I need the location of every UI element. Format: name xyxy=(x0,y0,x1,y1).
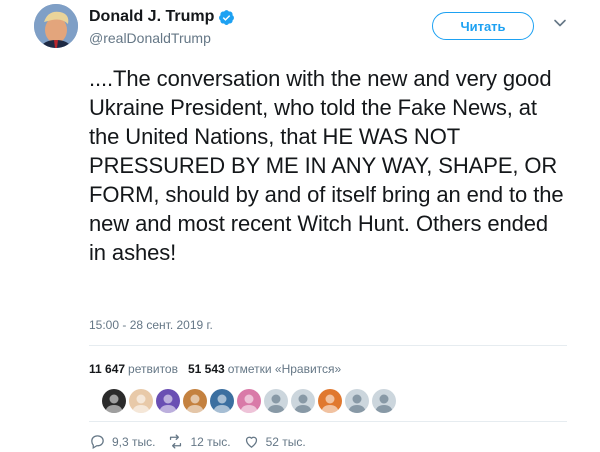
profile-avatar[interactable] xyxy=(34,4,78,48)
like-count: 52 тыс. xyxy=(265,434,306,449)
liker-avatar[interactable] xyxy=(129,389,153,413)
avatar-icon xyxy=(186,394,204,413)
tweet-text: ....The conversation with the new and ve… xyxy=(89,66,564,265)
liker-avatar[interactable] xyxy=(291,389,315,413)
default-avatar-icon xyxy=(294,394,312,413)
liker-avatar[interactable] xyxy=(345,389,369,413)
liker-avatar[interactable] xyxy=(237,389,261,413)
heart-icon xyxy=(245,436,257,448)
reply-icon xyxy=(91,435,104,450)
avatar-icon xyxy=(321,394,339,413)
chevron-down-icon[interactable] xyxy=(553,16,567,30)
avatar-icon xyxy=(213,394,231,413)
default-avatar-icon xyxy=(375,394,393,413)
author-display-name[interactable]: Donald J. Trump xyxy=(89,8,214,26)
verified-badge-icon xyxy=(219,9,235,25)
like-button[interactable]: 52 тыс. xyxy=(243,433,306,450)
tweet-timestamp[interactable]: 15:00 - 28 сент. 2019 г. xyxy=(89,318,213,332)
likes-stat[interactable]: 51 543 отметки «Нравится» xyxy=(188,362,341,376)
tweet-card: Donald J. Trump @realDonaldTrump Читать … xyxy=(0,0,600,452)
retweets-label: ретвитов xyxy=(128,362,178,376)
follow-button[interactable]: Читать xyxy=(432,12,534,40)
profile-photo-icon xyxy=(34,4,78,48)
likes-label: отметки «Нравится» xyxy=(227,362,342,376)
liker-avatar[interactable] xyxy=(156,389,180,413)
author-name-row: Donald J. Trump xyxy=(89,8,235,26)
liker-avatar[interactable] xyxy=(318,389,342,413)
liker-avatar[interactable] xyxy=(372,389,396,413)
likers-avatar-row xyxy=(102,389,396,413)
tweet-stats: 11 647 ретвитов 51 543 отметки «Нравится» xyxy=(89,362,341,376)
likes-count: 51 543 xyxy=(187,362,225,376)
liker-avatar[interactable] xyxy=(102,389,126,413)
default-avatar-icon xyxy=(267,394,285,413)
liker-avatar[interactable] xyxy=(264,389,288,413)
default-avatar-icon xyxy=(348,394,366,413)
tweet-actions: 9,3 тыс. 12 тыс. 52 тыс. xyxy=(89,433,318,450)
reply-count: 9,3 тыс. xyxy=(112,434,156,449)
avatar-icon xyxy=(105,394,123,413)
retweets-count: 11 647 xyxy=(89,362,126,376)
retweet-count: 12 тыс. xyxy=(190,434,231,449)
avatar-icon xyxy=(132,394,150,413)
liker-avatar[interactable] xyxy=(183,389,207,413)
divider xyxy=(89,345,567,346)
avatar-icon xyxy=(159,394,177,413)
author-handle[interactable]: @realDonaldTrump xyxy=(89,30,211,46)
retweet-icon xyxy=(170,434,182,449)
retweet-button[interactable]: 12 тыс. xyxy=(167,433,231,450)
reply-button[interactable]: 9,3 тыс. xyxy=(89,433,155,450)
liker-avatar[interactable] xyxy=(210,389,234,413)
divider xyxy=(89,421,567,422)
avatar-icon xyxy=(240,394,258,413)
retweets-stat[interactable]: 11 647 ретвитов xyxy=(89,362,178,376)
